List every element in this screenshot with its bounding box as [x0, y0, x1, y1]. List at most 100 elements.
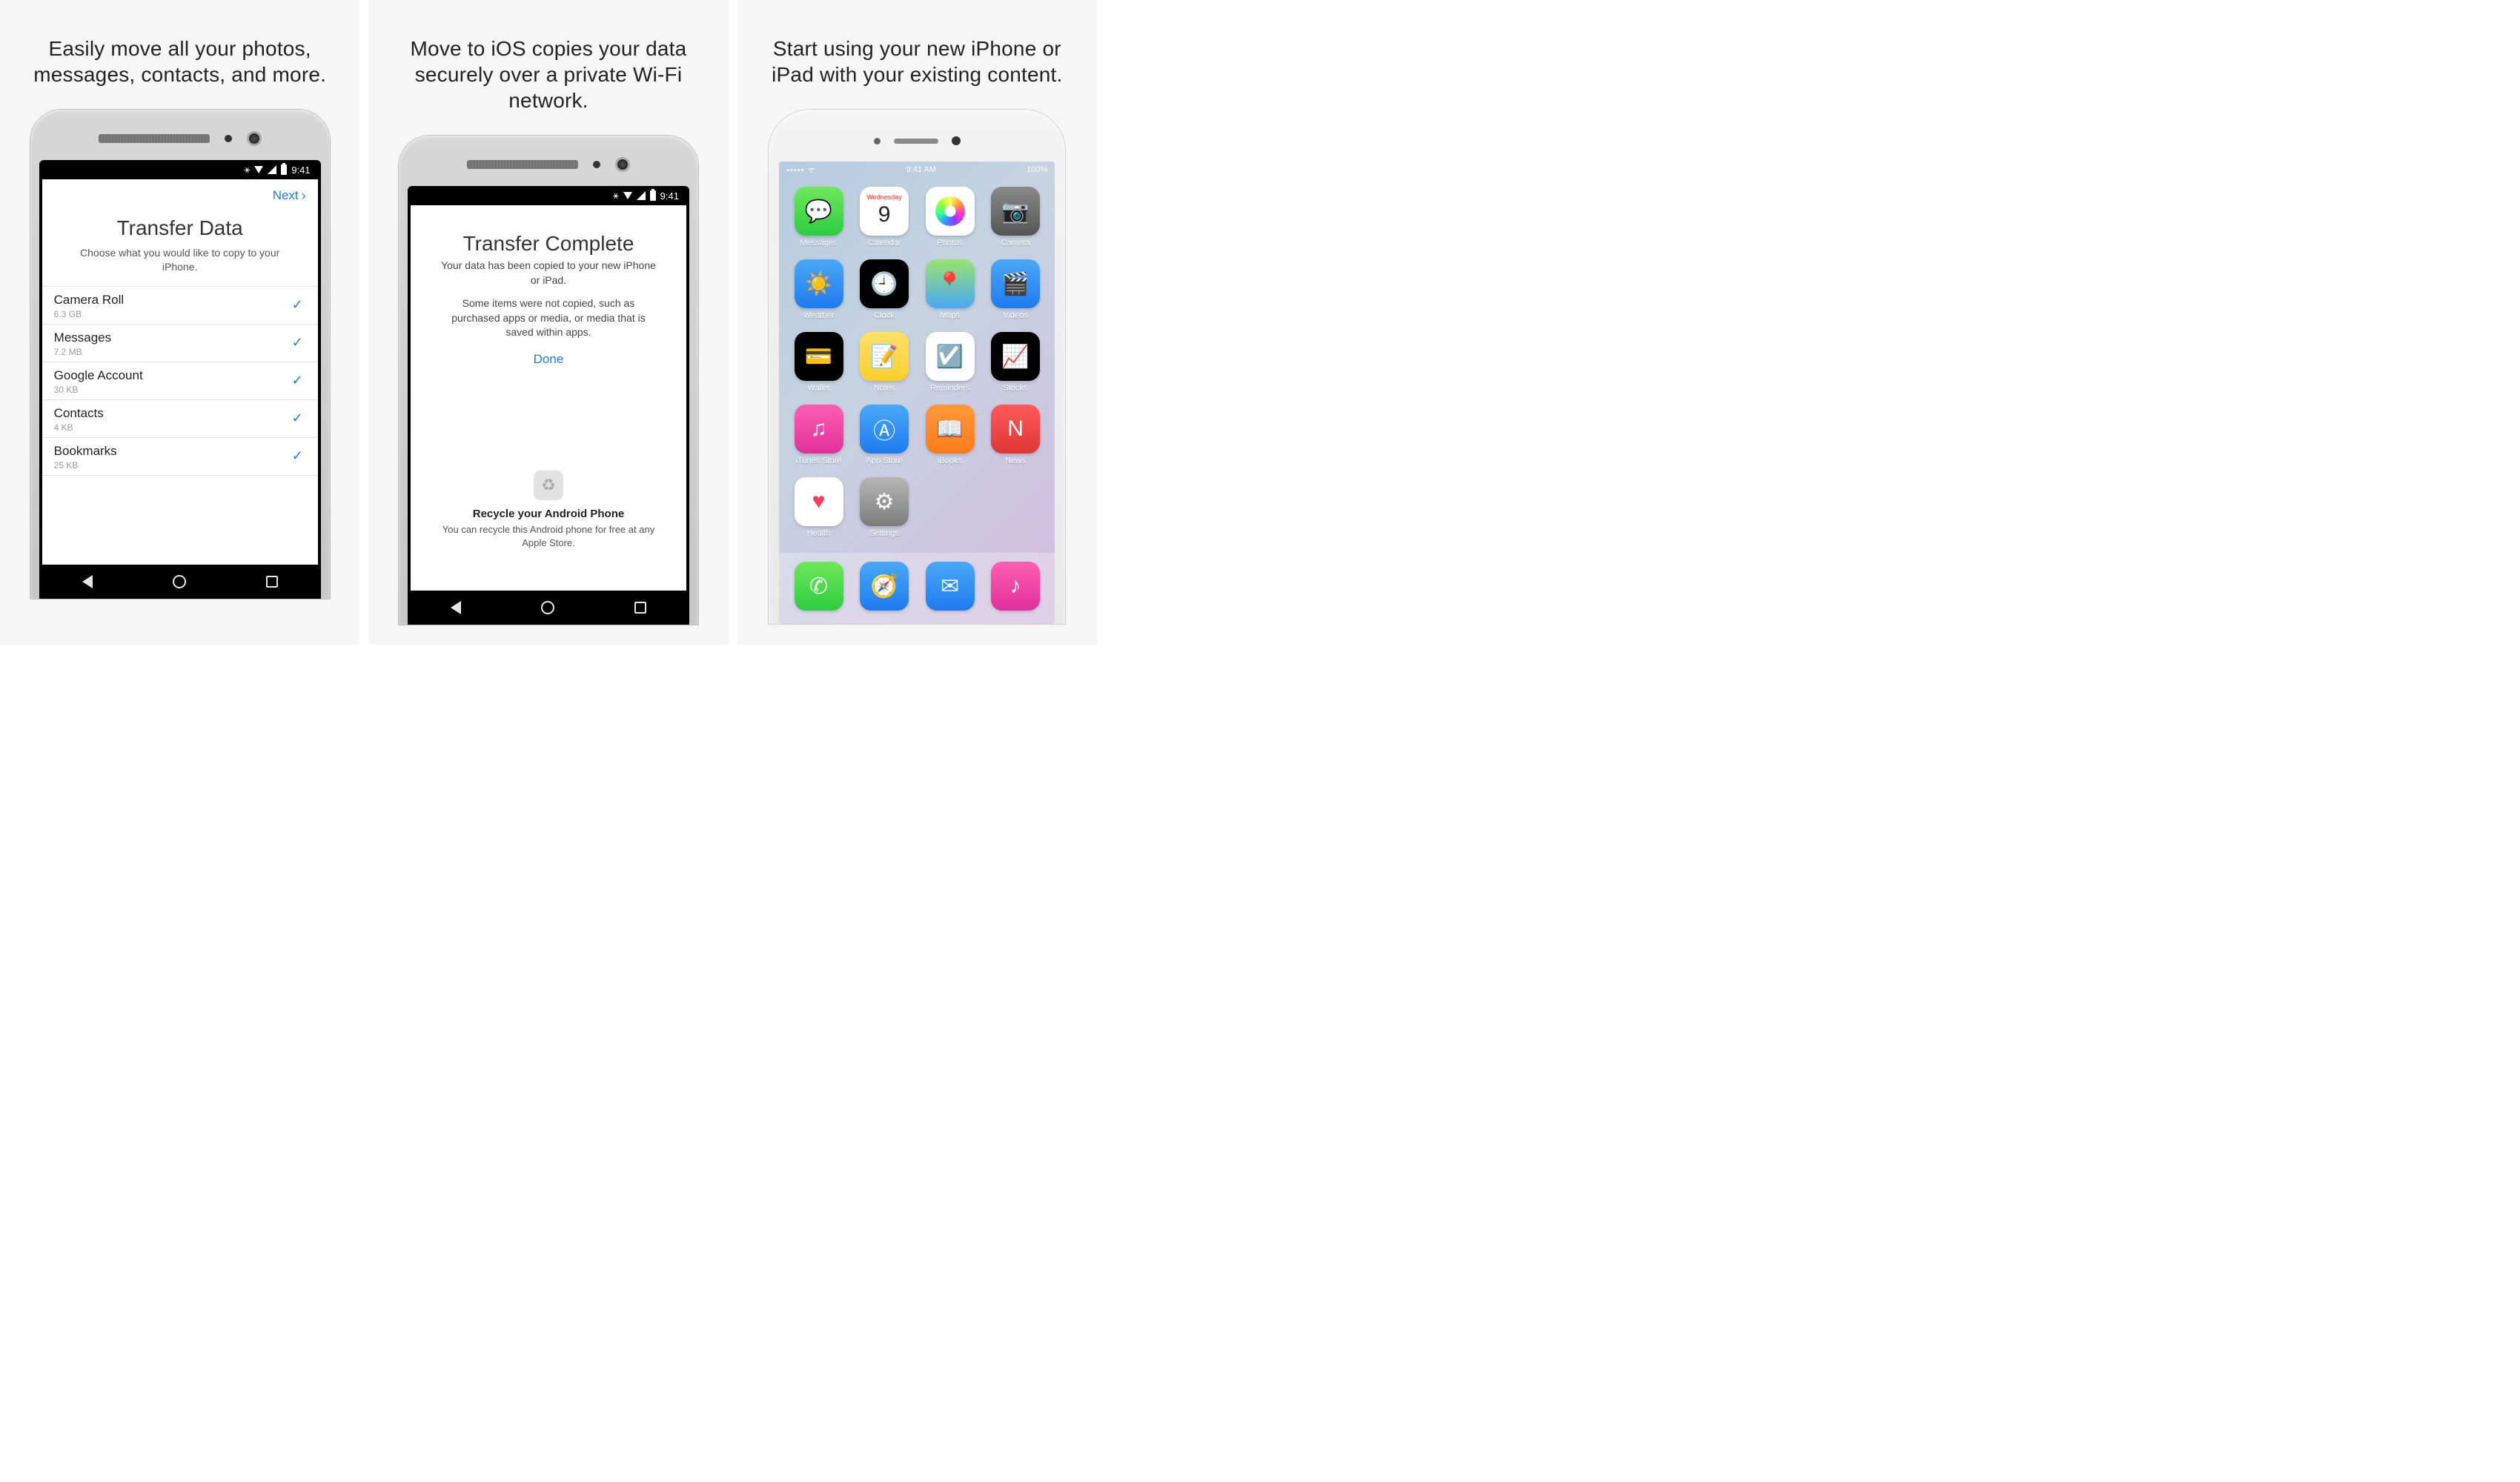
row-size: 4 KB: [54, 422, 306, 433]
messages-icon: 💬: [795, 187, 843, 236]
app-reminders[interactable]: ☑️Reminders: [921, 332, 979, 393]
maps-icon: 📍: [926, 259, 975, 308]
app-photos[interactable]: Photos: [921, 187, 979, 247]
app-label: Photos: [921, 239, 979, 247]
signal-icon: [268, 165, 276, 174]
wifi-icon: [254, 166, 263, 173]
app-label: Calendar: [855, 239, 914, 247]
nav-back-icon[interactable]: [82, 575, 93, 588]
wifi-icon: [623, 192, 632, 199]
screen-title: Transfer Data: [42, 216, 318, 240]
app-label: iTunes Store: [789, 456, 848, 465]
promo-panel-3: Start using your new iPhone or iPad with…: [737, 0, 1097, 645]
transfer-row-messages[interactable]: Messages7.2 MB✓: [42, 325, 318, 362]
front-camera-icon: [615, 157, 630, 172]
app-clock[interactable]: 🕘Clock: [855, 259, 914, 320]
transfer-row-camera-roll[interactable]: Camera Roll6.3 GB✓: [42, 287, 318, 325]
app-weather[interactable]: ☀️Weather: [789, 259, 848, 320]
app-label: App Store: [855, 456, 914, 465]
nav-recent-icon[interactable]: [634, 602, 646, 614]
recycle-icon: ♻: [534, 471, 563, 500]
nav-home-icon[interactable]: [173, 575, 186, 588]
app-grid: 💬MessagesWednesday9 Calendar Photos 📷 Camera…: [779, 178, 1055, 538]
music-icon: ♪: [991, 562, 1040, 611]
app-itunes-store[interactable]: ♫iTunes Store: [789, 405, 848, 465]
app-notes[interactable]: 📝Notes: [855, 332, 914, 393]
news-icon: N: [991, 405, 1040, 453]
complete-line1: Your data has been copied to your new iP…: [411, 256, 686, 293]
mail-icon: ✉: [926, 562, 975, 611]
row-size: 7.2 MB: [54, 347, 306, 357]
safari-icon: 🧭: [860, 562, 909, 611]
app-label: Health: [789, 529, 848, 538]
app-messages[interactable]: 💬Messages: [789, 187, 848, 247]
row-label: Bookmarks: [54, 444, 306, 459]
stocks-icon: 📈: [991, 332, 1040, 381]
videos-icon: 🎬: [991, 259, 1040, 308]
transfer-list: Camera Roll6.3 GB✓Messages7.2 MB✓Google …: [42, 286, 318, 476]
calendar-icon: Wednesday9: [860, 187, 909, 236]
app-news[interactable]: N News: [987, 405, 1045, 465]
speaker-grille: [894, 139, 938, 144]
battery-icon: [281, 165, 287, 175]
android-status-bar: ⚹ 9:41: [411, 186, 686, 205]
app-mail[interactable]: ✉: [921, 562, 979, 614]
row-size: 6.3 GB: [54, 309, 306, 319]
health-icon: ♥: [795, 477, 843, 526]
nav-home-icon[interactable]: [541, 601, 554, 614]
battery-label: 100%: [1027, 165, 1047, 174]
app-camera[interactable]: 📷 Camera: [987, 187, 1045, 247]
app-settings[interactable]: ⚙Settings: [855, 477, 914, 538]
row-label: Camera Roll: [54, 293, 306, 308]
android-phone-frame: ⚹ 9:41 Next › Transfer Data Choose what …: [30, 110, 330, 599]
iphone-home-screen: ••••• ᯤ 9:41 AM 100% 💬MessagesWednesday9…: [779, 162, 1055, 624]
android-phone-frame: ⚹ 9:41 Transfer Complete Your data has b…: [399, 136, 698, 625]
android-nav-bar: [42, 565, 318, 599]
front-camera-icon: [247, 131, 262, 146]
app-health[interactable]: ♥ Health: [789, 477, 848, 538]
app-label: Camera: [987, 239, 1045, 247]
next-button[interactable]: Next ›: [273, 188, 306, 204]
sensor-dot-icon: [225, 135, 232, 142]
settings-icon: ⚙: [860, 477, 909, 526]
app-maps[interactable]: 📍 Maps: [921, 259, 979, 320]
app-ibooks[interactable]: 📖iBooks: [921, 405, 979, 465]
app-music[interactable]: ♪: [987, 562, 1045, 614]
app-label: News: [987, 456, 1045, 465]
signal-dots-icon: ••••• ᯤ: [786, 165, 815, 176]
app-videos[interactable]: 🎬Videos: [987, 259, 1045, 320]
checkmark-icon: ✓: [292, 373, 303, 388]
app-calendar[interactable]: Wednesday9 Calendar: [855, 187, 914, 247]
ibooks-icon: 📖: [926, 405, 975, 453]
status-time: 9:41 AM: [906, 165, 936, 174]
camera-icon: 📷: [991, 187, 1040, 236]
transfer-row-bookmarks[interactable]: Bookmarks25 KB✓: [42, 438, 318, 476]
app-app-store[interactable]: Ⓐ App Store: [855, 405, 914, 465]
app-stocks[interactable]: 📈Stocks: [987, 332, 1045, 393]
transfer-row-google-account[interactable]: Google Account30 KB✓: [42, 362, 318, 400]
app-label: Wallet: [789, 384, 848, 393]
promo-panel-2: Move to iOS copies your data securely ov…: [368, 0, 728, 645]
promo-panel-1: Easily move all your photos, messages, c…: [0, 0, 359, 645]
next-label: Next: [273, 188, 299, 203]
app-safari[interactable]: 🧭: [855, 562, 914, 614]
iphone-status-bar: ••••• ᯤ 9:41 AM 100%: [779, 162, 1055, 178]
app-label: Maps: [921, 311, 979, 320]
signal-icon: [637, 191, 646, 200]
bluetooth-icon: ⚹: [613, 190, 619, 202]
recycle-text: You can recycle this Android phone for f…: [430, 523, 667, 549]
checkmark-icon: ✓: [292, 411, 303, 426]
app-store-icon: Ⓐ: [860, 405, 909, 453]
battery-icon: [650, 190, 656, 201]
transfer-row-contacts[interactable]: Contacts4 KB✓: [42, 400, 318, 438]
headline-2: Move to iOS copies your data securely ov…: [368, 0, 728, 136]
nav-recent-icon[interactable]: [266, 576, 278, 588]
status-time: 9:41: [291, 165, 310, 176]
row-label: Google Account: [54, 368, 306, 383]
photos-icon: [926, 187, 975, 236]
nav-back-icon[interactable]: [451, 601, 461, 614]
app-phone[interactable]: ✆: [789, 562, 848, 614]
sensor-dot-icon: [874, 138, 881, 144]
done-button[interactable]: Done: [411, 352, 686, 367]
app-wallet[interactable]: 💳Wallet: [789, 332, 848, 393]
